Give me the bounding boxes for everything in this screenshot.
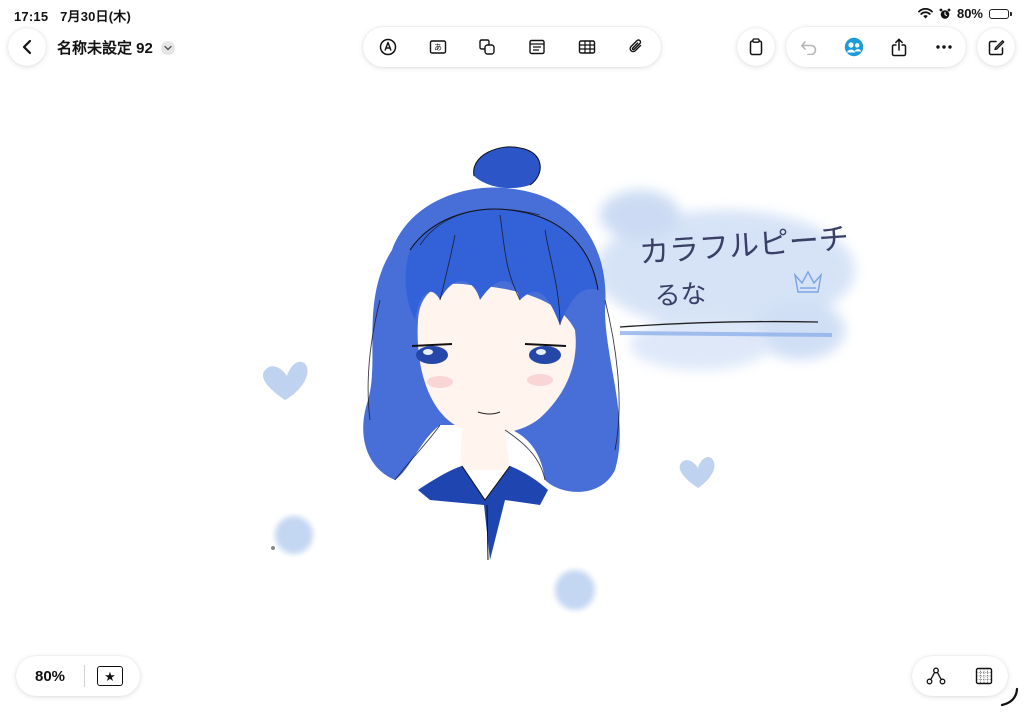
heart-doodle [262, 361, 308, 400]
tiny-dot [271, 546, 275, 550]
blue-dot [275, 516, 313, 554]
resize-corner-icon [1000, 687, 1019, 707]
zoom-level[interactable]: 80% [16, 668, 84, 685]
handwritten-sub: るな [654, 279, 708, 312]
favorite-button[interactable]: ★ [97, 666, 123, 686]
divider [84, 665, 85, 687]
zoom-control: 80% ★ [16, 656, 140, 696]
underline-blue [619, 331, 833, 337]
canvas-tools [912, 656, 1008, 696]
star-icon: ★ [104, 668, 116, 684]
blue-dot [555, 570, 595, 610]
heart-doodle [679, 456, 715, 488]
connector-icon [926, 667, 946, 685]
connector-button[interactable] [912, 657, 960, 695]
character-illustration [363, 146, 620, 561]
drawing-canvas[interactable]: カラフルピーチ るな [0, 0, 1024, 712]
grid-icon [975, 667, 993, 685]
